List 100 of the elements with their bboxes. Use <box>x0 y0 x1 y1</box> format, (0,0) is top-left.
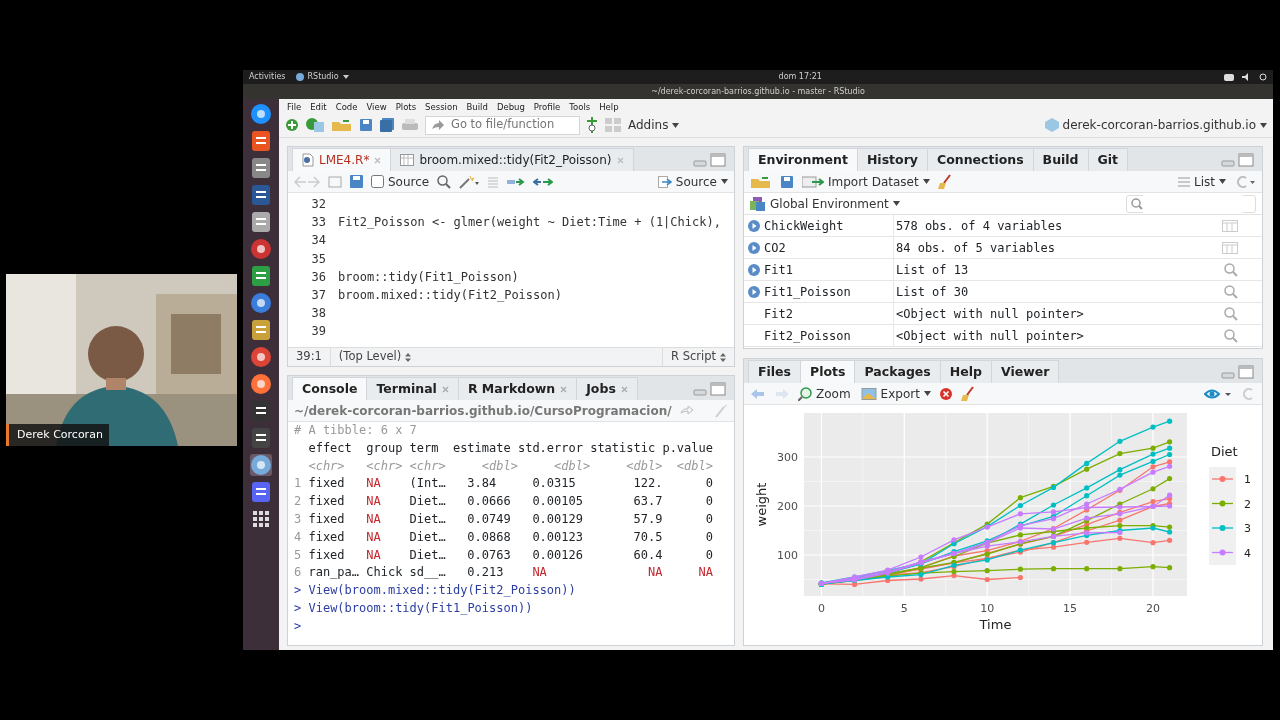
prompt: > <box>294 599 302 617</box>
variable-value: 84 obs. of 5 variables <box>895 239 1056 257</box>
variable-value: 578 obs. of 4 variables <box>895 217 1064 235</box>
line-number: 35 <box>310 250 326 268</box>
table-cell-text: 0.0763 <box>466 546 512 564</box>
cursor-position: 39:1 <box>295 348 323 366</box>
variable-value: <Object with null pointer> <box>895 327 1085 345</box>
variable-name: Fit2_Poisson <box>764 327 851 345</box>
row-index: 2 <box>294 493 303 511</box>
row-index: 4 <box>294 528 303 546</box>
line-number: 37 <box>310 286 326 304</box>
axis-tick-label: 20 <box>1146 602 1160 615</box>
table-cell-text: 0.0868 <box>466 528 512 546</box>
variable-name: Fit1 <box>764 261 793 279</box>
table-cell-text: fixed <box>308 511 346 528</box>
table-cell-text: 0.0666 <box>466 493 512 511</box>
column-header: p.value <box>662 439 713 457</box>
column-type: <dbl> <box>625 457 663 475</box>
column-type: <dbl> <box>675 457 713 475</box>
table-cell-text: fixed <box>308 546 346 564</box>
legend-label: 2 <box>1244 497 1251 511</box>
table-cell-text: 0 <box>704 493 713 511</box>
table-cell-text: 0.0749 <box>466 511 512 528</box>
table-cell-text: 60.4 <box>632 546 663 564</box>
axis-tick-label: 10 <box>980 602 995 615</box>
line-number: 39 <box>310 323 326 341</box>
person-name-label: Derek Corcoran <box>6 423 109 446</box>
column-header: estimate <box>452 439 512 457</box>
command-text: View(broom::tidy(Fit1_Poisson)) <box>308 599 533 617</box>
line-number: 32 <box>310 196 326 213</box>
table-cell-text: NA <box>366 528 382 546</box>
table-cell-text: 0 <box>704 546 713 564</box>
row-index: 1 <box>294 475 303 493</box>
table-cell-text: 63.7 <box>632 493 663 511</box>
axis-title: Time <box>979 617 1012 632</box>
code-line: broom::tidy(Fit1_Poisson) <box>338 269 519 284</box>
table-cell-text: ran_pa… <box>308 564 360 582</box>
table-cell-text: 0 <box>704 511 713 528</box>
working-directory-path: ~/derek-corcoran-barrios.github.io/CursoProgramacion/ <box>294 402 672 420</box>
axis-tick-label: 15 <box>1063 602 1078 615</box>
axis-tick-label: 0 <box>817 602 825 615</box>
table-cell-text: 0 <box>704 475 713 493</box>
column-header: term <box>409 439 440 457</box>
line-number: 38 <box>310 305 326 323</box>
table-cell-text: Diet… <box>409 546 447 564</box>
command-text: View(broom.mixed::tidy(Fit2_Poisson)) <box>308 582 576 600</box>
table-cell-text: 0.00123 <box>531 528 584 546</box>
legend-label: 3 <box>1244 522 1251 535</box>
table-cell-text: fixed <box>308 528 346 546</box>
table-cell-text: 57.9 <box>632 511 663 528</box>
table-cell-text: 0.00129 <box>531 511 584 528</box>
axis-tick-label: 5 <box>900 602 908 615</box>
row-index: 3 <box>294 511 303 528</box>
table-cell-text: 0 <box>704 528 713 546</box>
line-number: 36 <box>310 268 326 286</box>
window-title: ~/derek-corcoran-barrios.github.io - master - RStudio <box>651 85 865 98</box>
table-cell-text: 3.84 <box>466 475 498 493</box>
variable-name: Fit2 <box>764 305 793 323</box>
prompt: > <box>294 582 302 600</box>
table-cell-text: Diet… <box>409 493 447 511</box>
table-cell-text: Diet… <box>409 511 447 528</box>
column-header: group <box>366 439 404 457</box>
axis-tick-label: 200 <box>777 500 798 513</box>
column-type: <dbl> <box>480 457 518 475</box>
table-cell-text: 0.213 <box>466 564 505 582</box>
table-cell-text: Chick <box>366 564 404 582</box>
column-header: effect <box>308 439 353 457</box>
code-line: Fit2_Poisson <- glmer(weight ~ Diet:Time + (1|Chick), <box>338 215 721 230</box>
table-cell-text: NA <box>366 493 382 511</box>
prompt: > <box>294 617 302 635</box>
table-cell-text: NA <box>366 546 382 564</box>
variable-name: CO2 <box>764 239 786 257</box>
line-number: 33 <box>310 214 326 232</box>
table-cell-text: sd__… <box>409 564 447 582</box>
column-header: statistic <box>590 439 657 457</box>
legend-label: 1 <box>1244 473 1251 486</box>
axis-title: weight <box>754 482 769 527</box>
table-cell-text: Diet… <box>409 528 447 546</box>
axis-tick-label: 300 <box>777 451 798 464</box>
legend-title: Diet <box>1211 444 1238 459</box>
console-text: # A tibble: 6 x 7 <box>294 422 417 439</box>
column-header: std.error <box>517 439 584 457</box>
column-type: <chr> <box>409 457 447 475</box>
table-cell-text: NA <box>646 564 663 582</box>
column-type: <dbl> <box>553 457 591 475</box>
variable-name: Fit1_Poisson <box>764 283 851 301</box>
legend-label: 4 <box>1244 546 1251 560</box>
line-number: 34 <box>310 232 326 250</box>
column-type: <chr> <box>366 457 404 475</box>
table-cell-text: NA <box>366 475 382 493</box>
variable-value: <Object with null pointer> <box>895 305 1085 323</box>
column-type: <chr> <box>308 457 346 475</box>
table-cell-text: NA <box>531 564 548 582</box>
table-cell-text: (Int… <box>409 475 447 493</box>
variable-value: List of 30 <box>895 283 970 301</box>
table-cell-text: 70.5 <box>632 528 663 546</box>
code-line: broom.mixed::tidy(Fit2_Poisson) <box>338 287 562 302</box>
table-cell-text: 0.00105 <box>531 493 584 511</box>
table-cell-text: 122. <box>632 475 663 493</box>
row-index: 6 <box>294 564 303 582</box>
